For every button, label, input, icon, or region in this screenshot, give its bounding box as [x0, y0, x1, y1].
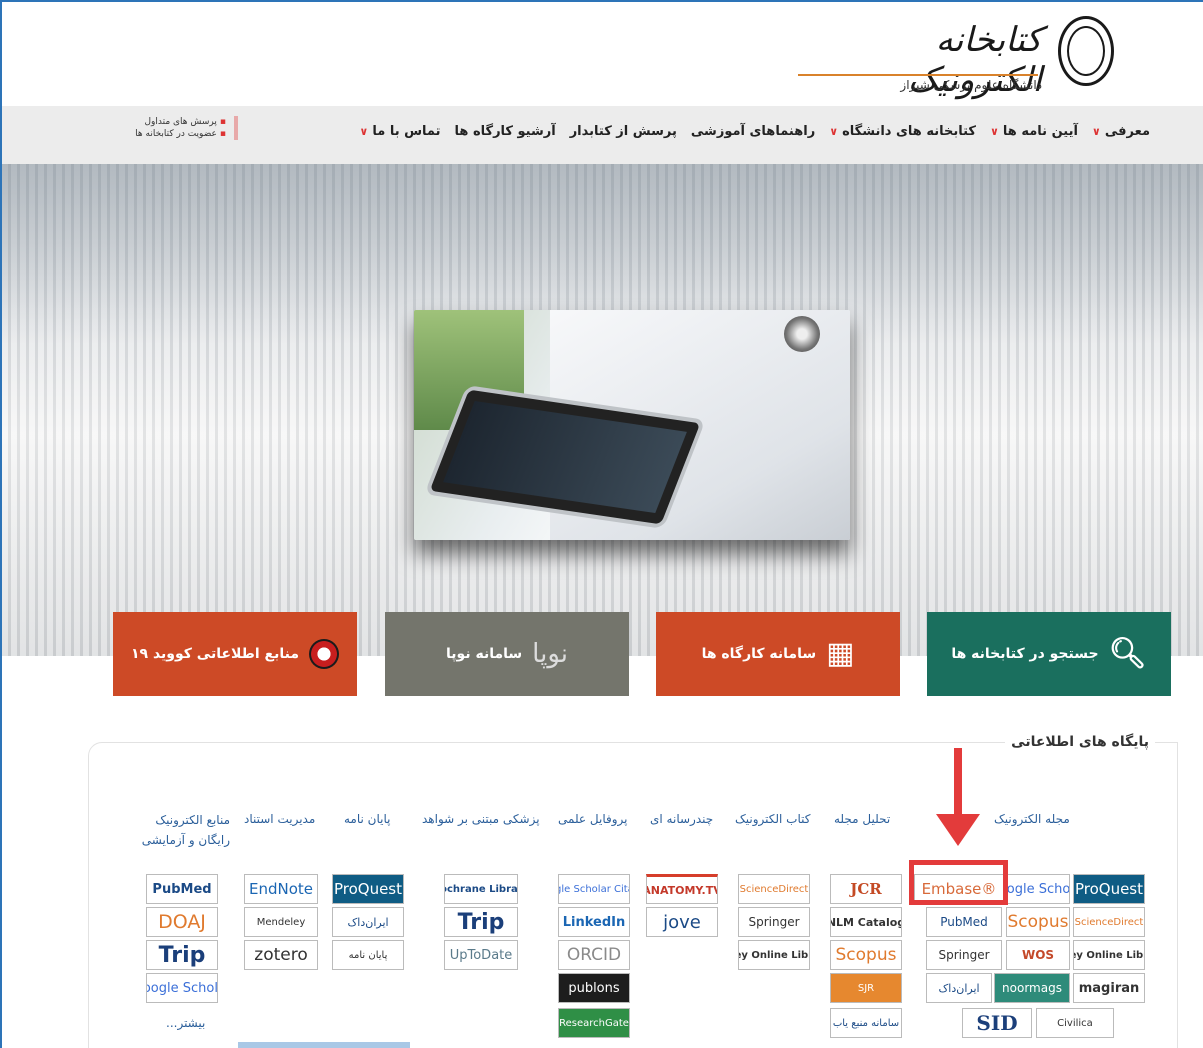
db-pubmed[interactable]: PubMed	[926, 907, 1002, 937]
nopa-tile[interactable]: نوپا سامانه نوپا	[385, 612, 629, 696]
magnifier-icon: 🔍︎	[1108, 636, 1147, 671]
db-scopus[interactable]: Scopus	[1006, 907, 1070, 937]
db-nlm-catalog[interactable]: NLM Catalog	[830, 907, 902, 937]
category-citation-management[interactable]: مدیریت استناد	[244, 812, 315, 826]
db-pubmed-free[interactable]: PubMed	[146, 874, 218, 904]
db-google-scholar-free[interactable]: Google Scholar	[146, 973, 218, 1003]
db-scopus-analysis[interactable]: Scopus	[830, 940, 902, 970]
db-wiley-ebook[interactable]: Wiley Online Library	[738, 940, 810, 970]
nav-item-guides[interactable]: راهنماهای آموزشی	[691, 124, 815, 139]
bullet-icon: ▪	[219, 129, 226, 139]
db-resource-finder[interactable]: سامانه منبع یاب	[830, 1008, 902, 1038]
category-free-resources[interactable]: منابع الکترونیک رایگان و آزمایشی	[138, 810, 230, 850]
db-google-scholar[interactable]: Google Scholar	[1006, 874, 1070, 904]
library-search-tile[interactable]: 🔍︎ جستجو در کتابخانه ها	[927, 612, 1171, 696]
nav-item-workshop-archive[interactable]: آرشیو کارگاه ها	[455, 124, 556, 139]
db-springer-ebook[interactable]: Springer	[738, 907, 810, 937]
db-civilica[interactable]: Civilica	[1036, 1008, 1114, 1038]
nav-item-regulations[interactable]: آیین نامه ها ∨	[990, 124, 1078, 139]
nopa-logo: نوپا	[532, 639, 568, 669]
db-cochrane[interactable]: Cochrane Library	[444, 874, 518, 904]
stethoscope-icon	[784, 316, 820, 352]
nav-item-ask-librarian[interactable]: پرسش از کتابدار	[570, 124, 677, 139]
nav-side-links: ▪پرسش های متداول ▪عضویت در کتابخانه ها	[102, 116, 238, 140]
db-orcid[interactable]: ORCID	[558, 940, 630, 970]
db-magiran[interactable]: magiran	[1073, 973, 1145, 1003]
databases-title: پایگاه های اطلاعاتی	[1005, 734, 1155, 750]
db-jcr[interactable]: JCR	[830, 874, 902, 904]
db-sid[interactable]: SID	[962, 1008, 1032, 1038]
db-thesis-portal[interactable]: پایان نامه	[332, 940, 404, 970]
db-sjr[interactable]: SJR	[830, 973, 902, 1003]
db-proquest[interactable]: ProQuest	[1073, 874, 1145, 904]
nav-item-contact[interactable]: تماس با ما ∨	[359, 124, 440, 139]
db-springer[interactable]: Springer	[926, 940, 1002, 970]
db-jove[interactable]: jove	[646, 907, 718, 937]
db-google-scholar-citation[interactable]: Google Scholar Citation	[558, 874, 630, 904]
db-noormags[interactable]: noormags	[994, 973, 1070, 1003]
nav-menu: معرفی ∨ آیین نامه ها ∨ کتابخانه های دانشگا…	[359, 124, 1150, 139]
scroll-indicator	[238, 1042, 410, 1048]
db-trip-free[interactable]: Trip	[146, 940, 218, 970]
db-proquest-thesis[interactable]: ProQuest	[332, 874, 404, 904]
nav-item-intro[interactable]: معرفی ∨	[1092, 124, 1150, 139]
hero-doctor-tablet-image	[414, 310, 850, 540]
db-mendeley[interactable]: Mendeley	[244, 907, 318, 937]
membership-link[interactable]: ▪عضویت در کتابخانه ها	[102, 128, 226, 140]
db-doaj[interactable]: DOAJ	[146, 907, 218, 937]
db-endnote[interactable]: EndNote	[244, 874, 318, 904]
main-nav: معرفی ∨ آیین نامه ها ∨ کتابخانه های دانشگا…	[2, 106, 1203, 164]
nav-item-libraries[interactable]: کتابخانه های دانشگاه ∨	[829, 124, 976, 139]
db-researchgate[interactable]: ResearchGate	[558, 1008, 630, 1038]
workshops-tile[interactable]: ▦ سامانه کارگاه ها	[656, 612, 900, 696]
corona-virus-icon	[309, 639, 339, 669]
title-underline	[798, 74, 1038, 76]
chevron-down-icon: ∨	[1091, 125, 1101, 138]
page-frame: کتابخانه الکترونیک دانشگاه علوم پزشکی شی…	[0, 0, 1203, 1048]
chevron-down-icon: ∨	[829, 125, 839, 138]
db-wiley[interactable]: Wiley Online Library	[1073, 940, 1145, 970]
db-sciencedirect[interactable]: ScienceDirect	[1073, 907, 1145, 937]
category-journal-analysis[interactable]: تحلیل مجله	[834, 812, 890, 826]
presentation-board-icon: ▦	[826, 636, 855, 671]
category-ebm[interactable]: پزشکی مبتنی بر شواهد	[422, 812, 540, 826]
db-publons[interactable]: publons	[558, 973, 630, 1003]
db-irandoc-thesis[interactable]: ایران‌داک	[332, 907, 404, 937]
category-ebook[interactable]: کتاب الکترونیک	[735, 812, 810, 826]
chevron-down-icon: ∨	[989, 125, 999, 138]
db-anatomy-tv[interactable]: ANATOMY.TV	[646, 874, 718, 904]
db-irandoc[interactable]: ایران‌داک	[926, 973, 992, 1003]
hero-banner	[2, 164, 1203, 656]
category-thesis[interactable]: پایان نامه	[344, 812, 390, 826]
bullet-icon: ▪	[219, 117, 226, 127]
db-trip[interactable]: Trip	[444, 907, 518, 937]
annotation-arrow	[954, 748, 962, 822]
db-sciencedirect-ebook[interactable]: ScienceDirect	[738, 874, 810, 904]
db-uptodate[interactable]: UpToDate	[444, 940, 518, 970]
db-zotero[interactable]: zotero	[244, 940, 318, 970]
more-link[interactable]: بیشتر...	[166, 1016, 205, 1030]
annotation-arrow-head	[936, 814, 980, 846]
site-subtitle: دانشگاه علوم پزشکی شیراز	[900, 78, 1042, 92]
category-scientific-profile[interactable]: پروفایل علمی	[558, 812, 627, 826]
site-header: کتابخانه الکترونیک دانشگاه علوم پزشکی شی…	[2, 2, 1203, 106]
chevron-down-icon: ∨	[359, 125, 369, 138]
category-multimedia[interactable]: چندرسانه ای	[650, 812, 713, 826]
university-seal-icon[interactable]	[1058, 16, 1114, 86]
embase-highlight-box	[909, 860, 1008, 905]
faq-link[interactable]: ▪پرسش های متداول	[102, 116, 227, 128]
db-wos[interactable]: WOS	[1006, 940, 1070, 970]
db-linkedin[interactable]: LinkedIn	[558, 907, 630, 937]
category-ejournal[interactable]: مجله الکترونیک	[994, 812, 1070, 826]
covid-resources-tile[interactable]: منابع اطلاعاتی کووید ۱۹	[113, 612, 357, 696]
